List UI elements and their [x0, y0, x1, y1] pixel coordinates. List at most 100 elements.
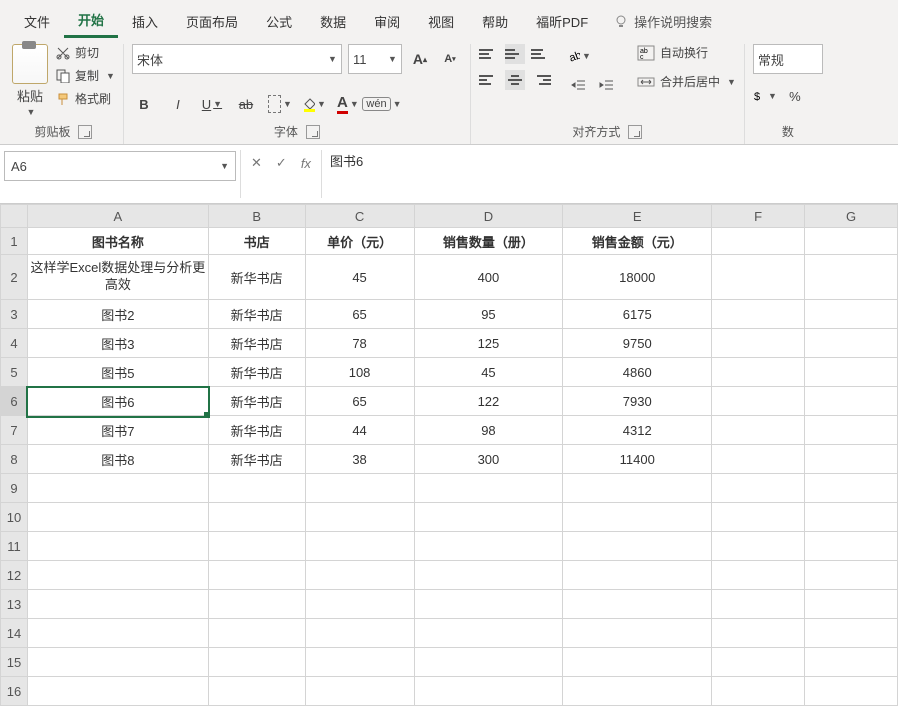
increase-indent-button[interactable]: [595, 74, 619, 98]
cell[interactable]: [305, 590, 414, 619]
col-header-F[interactable]: F: [712, 205, 805, 228]
border-button[interactable]: ▼: [268, 92, 292, 116]
cell-B8[interactable]: 新华书店: [208, 445, 305, 474]
col-header-C[interactable]: C: [305, 205, 414, 228]
font-color-button[interactable]: A▼: [336, 92, 360, 116]
cell-C8[interactable]: 38: [305, 445, 414, 474]
cell-C6[interactable]: 65: [305, 387, 414, 416]
table-header-cell[interactable]: 销售数量（册）: [414, 228, 563, 255]
align-left-button[interactable]: [479, 70, 499, 90]
cell-E5[interactable]: 4860: [563, 358, 712, 387]
cell[interactable]: [208, 532, 305, 561]
row-header-2[interactable]: 2: [1, 255, 28, 300]
cell[interactable]: [208, 677, 305, 706]
cell[interactable]: [414, 561, 563, 590]
cell[interactable]: [563, 677, 712, 706]
cell[interactable]: [414, 648, 563, 677]
cell[interactable]: [805, 445, 898, 474]
cell[interactable]: [305, 648, 414, 677]
cell[interactable]: [712, 445, 805, 474]
row-header-7[interactable]: 7: [1, 416, 28, 445]
cell[interactable]: [805, 503, 898, 532]
copy-button[interactable]: 复制 ▼: [56, 67, 115, 84]
row-header-16[interactable]: 16: [1, 677, 28, 706]
cell-C7[interactable]: 44: [305, 416, 414, 445]
italic-button[interactable]: I: [166, 92, 190, 116]
tab-帮助[interactable]: 帮助: [468, 6, 522, 37]
cell[interactable]: [305, 503, 414, 532]
name-box[interactable]: A6▼: [4, 151, 236, 181]
increase-font-button[interactable]: A▴: [408, 47, 432, 71]
cell-C4[interactable]: 78: [305, 329, 414, 358]
cell[interactable]: [712, 255, 805, 300]
cell[interactable]: [805, 532, 898, 561]
cell[interactable]: [305, 561, 414, 590]
wrap-text-button[interactable]: abc 自动换行: [637, 44, 736, 61]
cell[interactable]: [27, 532, 208, 561]
row-header-1[interactable]: 1: [1, 228, 28, 255]
cell[interactable]: [563, 619, 712, 648]
cell-B4[interactable]: 新华书店: [208, 329, 305, 358]
cell[interactable]: [27, 474, 208, 503]
col-header-G[interactable]: G: [805, 205, 898, 228]
cell[interactable]: [305, 532, 414, 561]
dialog-launcher-icon[interactable]: [306, 125, 320, 139]
tab-审阅[interactable]: 审阅: [360, 6, 414, 37]
cell[interactable]: [805, 387, 898, 416]
tab-数据[interactable]: 数据: [306, 6, 360, 37]
cell-C2[interactable]: 45: [305, 255, 414, 300]
cell[interactable]: [27, 648, 208, 677]
cell[interactable]: [414, 590, 563, 619]
cell[interactable]: [805, 255, 898, 300]
phonetic-button[interactable]: wén▼: [370, 92, 394, 116]
row-header-8[interactable]: 8: [1, 445, 28, 474]
tab-视图[interactable]: 视图: [414, 6, 468, 37]
row-header-14[interactable]: 14: [1, 619, 28, 648]
cell[interactable]: [712, 590, 805, 619]
cell-A5[interactable]: 图书5: [27, 358, 208, 387]
accept-formula-button[interactable]: ✓: [276, 155, 287, 171]
cell-A7[interactable]: 图书7: [27, 416, 208, 445]
col-header-A[interactable]: A: [27, 205, 208, 228]
cell-E6[interactable]: 7930: [563, 387, 712, 416]
cell[interactable]: [208, 648, 305, 677]
cell[interactable]: [805, 590, 898, 619]
align-top-button[interactable]: [479, 44, 499, 64]
align-center-button[interactable]: [505, 70, 525, 90]
fill-handle[interactable]: [204, 412, 210, 418]
cell[interactable]: [563, 532, 712, 561]
cell-A2[interactable]: 这样学Excel数据处理与分析更高效: [27, 255, 208, 300]
row-header-6[interactable]: 6: [1, 387, 28, 416]
cell[interactable]: [805, 329, 898, 358]
row-header-10[interactable]: 10: [1, 503, 28, 532]
table-header-cell[interactable]: 图书名称: [27, 228, 208, 255]
underline-button[interactable]: U▼: [200, 92, 224, 116]
cell[interactable]: [563, 474, 712, 503]
cell-A8[interactable]: 图书8: [27, 445, 208, 474]
cell[interactable]: [805, 648, 898, 677]
cell[interactable]: [712, 387, 805, 416]
orientation-button[interactable]: ab▼: [567, 44, 591, 68]
cell[interactable]: [414, 474, 563, 503]
percent-button[interactable]: %: [783, 84, 807, 108]
cell-C5[interactable]: 108: [305, 358, 414, 387]
cell[interactable]: [27, 590, 208, 619]
tab-文件[interactable]: 文件: [10, 6, 64, 37]
cell-A6[interactable]: 图书6: [27, 387, 208, 416]
tab-插入[interactable]: 插入: [118, 6, 172, 37]
row-header-13[interactable]: 13: [1, 590, 28, 619]
cell[interactable]: [27, 677, 208, 706]
cell[interactable]: [712, 619, 805, 648]
format-painter-button[interactable]: 格式刷: [56, 90, 115, 107]
cancel-formula-button[interactable]: ✕: [251, 155, 262, 171]
font-size-select[interactable]: 11▼: [348, 44, 402, 74]
cell[interactable]: [712, 561, 805, 590]
dialog-launcher-icon[interactable]: [78, 125, 92, 139]
cell[interactable]: [712, 474, 805, 503]
cell[interactable]: [208, 561, 305, 590]
cell[interactable]: [414, 619, 563, 648]
cell[interactable]: [305, 677, 414, 706]
decrease-indent-button[interactable]: [567, 74, 591, 98]
number-format-select[interactable]: 常规: [753, 44, 823, 74]
cell[interactable]: [305, 619, 414, 648]
